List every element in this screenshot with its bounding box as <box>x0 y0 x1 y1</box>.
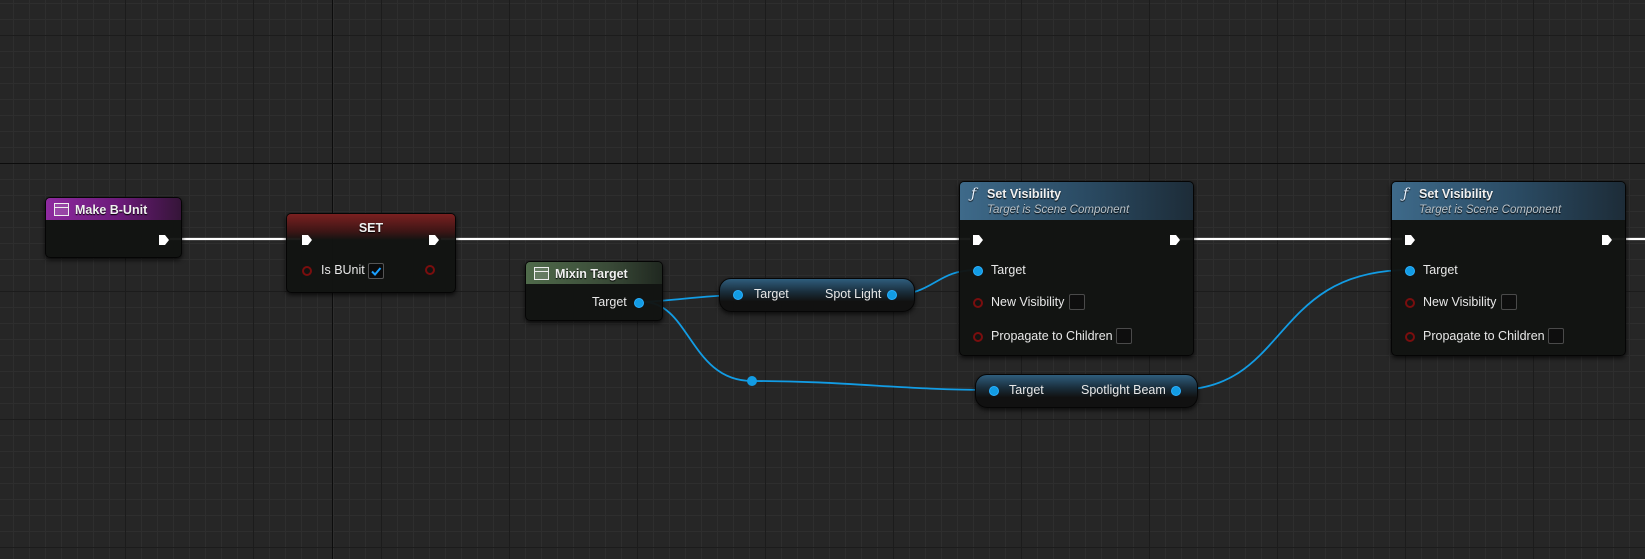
exec-out-pin[interactable] <box>158 234 170 246</box>
set-visibility-2-title: Set Visibility <box>1419 187 1494 201</box>
propagate-to-children-label: Propagate to Children <box>1423 329 1545 343</box>
set-visibility-node-2[interactable]: ƒ Set Visibility Target is Scene Compone… <box>1391 181 1626 356</box>
mixin-target-output-pin[interactable] <box>634 298 644 308</box>
exec-out-pin[interactable] <box>1169 234 1181 246</box>
function-icon: ƒ <box>971 186 977 202</box>
set-visibility-1-title: Set Visibility <box>987 187 1062 201</box>
set-visibility-2-header: ƒ Set Visibility Target is Scene Compone… <box>1392 182 1625 220</box>
exec-in-pin[interactable] <box>301 234 313 246</box>
mixin-target-title: Mixin Target <box>555 267 628 281</box>
set-visibility-node-1[interactable]: ƒ Set Visibility Target is Scene Compone… <box>959 181 1194 356</box>
target-input-pin[interactable] <box>1405 266 1415 276</box>
variable-icon <box>54 203 69 216</box>
propagate-to-children-label: Propagate to Children <box>991 329 1113 343</box>
new-visibility-checkbox[interactable] <box>1069 294 1085 310</box>
spot-light-output-pin[interactable] <box>887 290 897 300</box>
is-bunit-input-pin[interactable] <box>302 266 312 276</box>
object-wire-beam-to-setvis2[interactable] <box>1175 269 1410 391</box>
propagate-to-children-input-pin[interactable] <box>973 332 983 342</box>
propagate-to-children-checkbox[interactable] <box>1116 328 1132 344</box>
make-bunit-node[interactable]: Make B-Unit <box>45 197 182 258</box>
spotlight-beam-target-label: Target <box>1009 383 1044 397</box>
spot-light-target-input-pin[interactable] <box>733 290 743 300</box>
spotlight-beam-getter-node[interactable]: Target Spotlight Beam <box>975 374 1198 408</box>
exec-in-pin[interactable] <box>1404 234 1416 246</box>
propagate-to-children-checkbox[interactable] <box>1548 328 1564 344</box>
is-bunit-checkbox[interactable] <box>368 263 384 279</box>
new-visibility-input-pin[interactable] <box>1405 298 1415 308</box>
set-visibility-1-header: ƒ Set Visibility Target is Scene Compone… <box>960 182 1193 220</box>
new-visibility-label: New Visibility <box>991 295 1065 309</box>
spotlight-beam-output-label: Spotlight Beam <box>1081 383 1166 397</box>
mixin-target-node[interactable]: Mixin Target Target <box>525 261 663 321</box>
set-node[interactable]: SET Is BUnit <box>286 213 456 293</box>
set-title: SET <box>358 221 384 235</box>
spotlight-beam-target-input-pin[interactable] <box>989 386 999 396</box>
spotlight-beam-output-pin[interactable] <box>1171 386 1181 396</box>
exec-in-pin[interactable] <box>972 234 984 246</box>
set-visibility-1-subtitle: Target is Scene Component <box>987 204 1130 216</box>
propagate-to-children-input-pin[interactable] <box>1405 332 1415 342</box>
spot-light-getter-node[interactable]: Target Spot Light <box>719 278 915 312</box>
new-visibility-input-pin[interactable] <box>973 298 983 308</box>
make-bunit-header: Make B-Unit <box>46 198 181 220</box>
reroute-knot[interactable] <box>747 376 757 386</box>
is-bunit-label: Is BUnit <box>321 263 365 277</box>
is-bunit-output-pin[interactable] <box>425 265 435 275</box>
object-wire-knot-to-beam[interactable] <box>751 380 994 391</box>
function-icon: ƒ <box>1403 186 1409 202</box>
spot-light-target-label: Target <box>754 287 789 301</box>
target-label: Target <box>991 263 1026 277</box>
mixin-target-output-label: Target <box>592 295 627 309</box>
target-input-pin[interactable] <box>973 266 983 276</box>
exec-out-pin[interactable] <box>428 234 440 246</box>
new-visibility-label: New Visibility <box>1423 295 1497 309</box>
exec-out-pin[interactable] <box>1601 234 1613 246</box>
checkmark-icon <box>371 267 382 276</box>
spot-light-output-label: Spot Light <box>825 287 882 301</box>
variable-icon <box>534 267 549 280</box>
target-label: Target <box>1423 263 1458 277</box>
make-bunit-title: Make B-Unit <box>75 203 148 217</box>
mixin-target-header: Mixin Target <box>526 262 662 284</box>
new-visibility-checkbox[interactable] <box>1501 294 1517 310</box>
set-visibility-2-subtitle: Target is Scene Component <box>1419 204 1562 216</box>
